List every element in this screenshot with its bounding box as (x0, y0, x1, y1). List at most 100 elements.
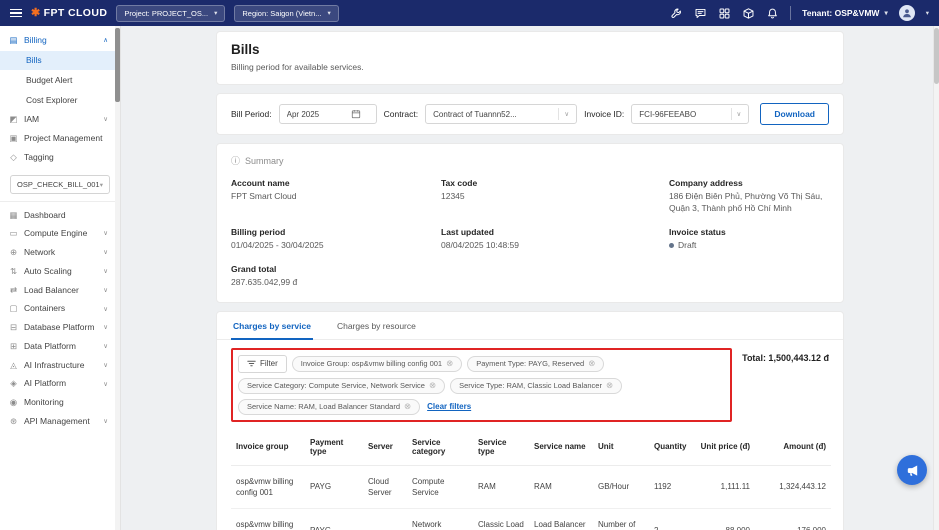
remove-chip-icon[interactable]: ⊗ (429, 381, 436, 390)
sidebar-item-compute-engine[interactable]: ▭ Compute Engine ∨ (0, 225, 120, 244)
remove-chip-icon[interactable]: ⊗ (588, 359, 595, 368)
col-payment-type: Payment type (305, 430, 363, 466)
col-service-name: Service name (529, 430, 593, 466)
col-service-type: Service type (473, 430, 529, 466)
announcement-fab-button[interactable] (897, 455, 927, 485)
clear-filters-link[interactable]: Clear filters (427, 402, 471, 411)
page-title: Bills (231, 42, 829, 57)
sidebar-item-label: Dashboard (24, 211, 66, 221)
sidebar-item-tagging[interactable]: ◇ Tagging (0, 148, 120, 167)
filter-chip-invoice-group[interactable]: Invoice Group: osp&vmw billing config 00… (292, 356, 462, 372)
sidebar-item-label: Billing (24, 36, 47, 46)
invoice-id-select[interactable]: FCI-96FEEABO ∨ (631, 104, 749, 124)
filter-chip-service-type[interactable]: Service Type: RAM, Classic Load Balancer… (450, 378, 622, 394)
sidebar-item-auto-scaling[interactable]: ⇅ Auto Scaling ∨ (0, 262, 120, 281)
funnel-filter-icon (247, 359, 256, 368)
sidebar-scrollbar-thumb[interactable] (115, 28, 120, 102)
monitoring-icon: ◉ (8, 398, 19, 408)
sidebar-item-ai-infrastructure[interactable]: ◬ AI Infrastructure ∨ (0, 356, 120, 375)
vpc-selector-value: OSP_CHECK_BILL_001 (17, 180, 100, 189)
table-row[interactable]: osp&vmw billing config 001 PAYG Cloud Se… (231, 465, 831, 508)
sidebar-item-label: AI Platform (24, 379, 66, 389)
caret-down-icon: ▾ (327, 9, 330, 17)
data-platform-icon: ⊞ (8, 342, 19, 352)
auto-scaling-icon: ⇅ (8, 267, 19, 277)
bill-period-label: Bill Period: (231, 109, 272, 119)
sidebar-item-network[interactable]: ⊕ Network ∨ (0, 244, 120, 263)
tab-charges-by-service[interactable]: Charges by service (231, 312, 313, 340)
charges-total: Total: 1,500,443.12 đ (742, 348, 829, 363)
sidebar-item-ai-platform[interactable]: ◈ AI Platform ∨ (0, 375, 120, 394)
sidebar-item-iam[interactable]: ◩ IAM ∨ (0, 111, 120, 130)
bill-period-value[interactable] (287, 110, 345, 119)
sidebar-item-database-platform[interactable]: ⊟ Database Platform ∨ (0, 319, 120, 338)
sidebar-item-bills[interactable]: Bills (0, 51, 120, 70)
vpc-selector-dropdown[interactable]: OSP_CHECK_BILL_001 ▾ (10, 175, 110, 194)
sidebar-item-label: Network (24, 248, 55, 258)
menu-hamburger-icon[interactable] (10, 9, 22, 18)
filter-chip-service-category[interactable]: Service Category: Compute Service, Netwo… (238, 378, 445, 394)
database-platform-icon: ⊟ (8, 323, 19, 333)
fpt-logo-mark-icon: ✱ (31, 8, 41, 19)
sidebar-item-data-platform[interactable]: ⊞ Data Platform ∨ (0, 337, 120, 356)
col-invoice-group: Invoice group (231, 430, 305, 466)
feedback-chat-icon[interactable] (694, 7, 707, 20)
project-selector[interactable]: Project: PROJECT_OS... ▾ (116, 5, 225, 22)
status-dot (669, 243, 674, 248)
sidebar-item-dashboard[interactable]: ▦ Dashboard (0, 206, 120, 225)
fpt-cloud-logo[interactable]: ✱ FPT CLOUD (31, 7, 107, 19)
caret-down-icon: ▾ (884, 9, 887, 17)
brand-text: FPT CLOUD (44, 7, 108, 19)
user-avatar[interactable] (899, 5, 915, 21)
contract-value: Contract of Tuannn52... (433, 110, 517, 119)
chevron-down-icon: ∨ (103, 324, 108, 331)
sidebar-item-label: IAM (24, 115, 39, 125)
summary-card: ⓘ Summary Account name FPT Smart Cloud T… (216, 143, 844, 303)
filter-chip-service-name[interactable]: Service Name: RAM, Load Balancer Standar… (238, 399, 420, 415)
region-selector[interactable]: Region: Saigon (Vietn... ▾ (234, 5, 338, 22)
sidebar-item-load-balancer[interactable]: ⇄ Load Balancer ∨ (0, 281, 120, 300)
sidebar-item-containers[interactable]: ▢ Containers ∨ (0, 300, 120, 319)
notifications-bell-icon[interactable] (766, 7, 779, 20)
filter-button[interactable]: Filter (238, 355, 287, 373)
load-balancer-icon: ⇄ (8, 286, 19, 296)
col-service-category: Service category (407, 430, 473, 466)
sidebar-scrollbar[interactable] (115, 26, 120, 530)
contract-label: Contract: (384, 109, 419, 119)
bill-period-input[interactable] (279, 104, 377, 124)
col-quantity: Quantity (649, 430, 695, 466)
filter-chip-payment-type[interactable]: Payment Type: PAYG, Reserved ⊗ (467, 356, 604, 372)
table-row[interactable]: osp&vmw billing config 001 PAYG Network … (231, 509, 831, 530)
status-badge: Draft (678, 240, 696, 252)
tenant-selector[interactable]: Tenant: OSP&VMW ▾ (802, 8, 888, 18)
filter-annotation-box: Filter Invoice Group: osp&vmw billing co… (231, 348, 732, 422)
sidebar-item-project-management[interactable]: ▣ Project Management (0, 130, 120, 149)
main-scrollbar[interactable] (933, 26, 939, 530)
apps-grid-icon[interactable] (718, 7, 731, 20)
caret-down-icon[interactable]: ▾ (926, 9, 929, 17)
network-icon: ⊕ (8, 248, 19, 258)
main-scrollbar-thumb[interactable] (934, 28, 939, 84)
sidebar-item-monitoring[interactable]: ◉ Monitoring (0, 394, 120, 413)
remove-chip-icon[interactable]: ⊗ (606, 381, 613, 390)
sidebar-item-label: AI Infrastructure (24, 361, 84, 371)
sidebar-item-budget-alert[interactable]: Budget Alert (0, 71, 120, 90)
sidebar-item-cost-explorer[interactable]: Cost Explorer (0, 91, 120, 110)
tools-wrench-icon[interactable] (670, 7, 683, 20)
tab-charges-by-resource[interactable]: Charges by resource (335, 312, 418, 339)
main-content: Bills Billing period for available servi… (121, 26, 939, 530)
sidebar-item-label: Load Balancer (24, 286, 79, 296)
billing-icon: ▤ (8, 36, 19, 46)
sidebar-item-label: Project Management (24, 134, 102, 144)
remove-chip-icon[interactable]: ⊗ (404, 402, 411, 411)
download-button[interactable]: Download (760, 103, 829, 125)
remove-chip-icon[interactable]: ⊗ (446, 359, 453, 368)
chevron-down-icon: ∨ (103, 418, 108, 425)
megaphone-icon (905, 463, 920, 478)
chevron-down-icon: ∨ (564, 110, 569, 118)
sidebar-item-api-management[interactable]: ⊛ API Management ∨ (0, 412, 120, 431)
summary-field-invoice-status: Invoice status Draft (669, 227, 829, 252)
contract-select[interactable]: Contract of Tuannn52... ∨ (425, 104, 577, 124)
package-box-icon[interactable] (742, 7, 755, 20)
sidebar-item-billing[interactable]: ▤ Billing ∧ (0, 31, 120, 50)
